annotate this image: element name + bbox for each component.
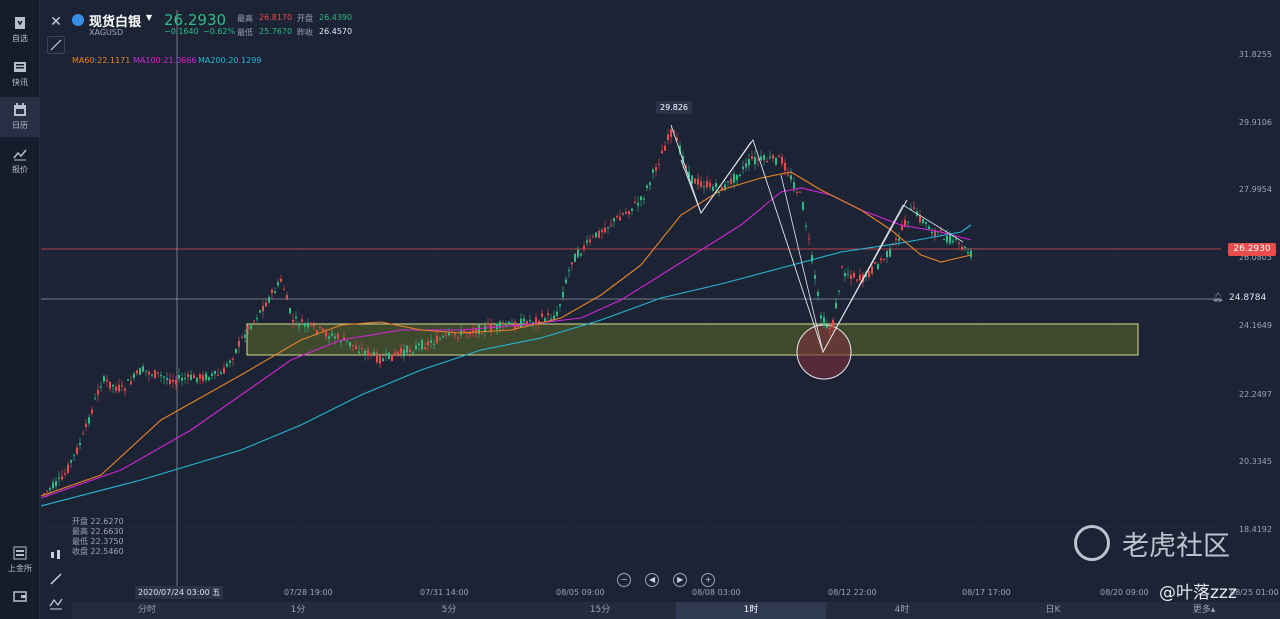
low-value: 25.7670 <box>259 27 293 36</box>
sidebar-item-wallet[interactable] <box>0 583 40 619</box>
sidebar-item-label: 日历 <box>12 121 28 130</box>
candle-info-box: 开盘 22.6270 最高 22.6630 最低 22.3750 收盘 22.5… <box>72 517 124 557</box>
x-tick-label: 08/05 09:00 <box>556 588 605 597</box>
current-price-tag: 26.2930 <box>1228 243 1276 256</box>
exchange-icon <box>13 546 27 560</box>
open-label: 开盘 <box>297 14 313 23</box>
watermark-text: 老虎社区 <box>1122 531 1230 562</box>
sidebar-item-label: 快讯 <box>12 78 28 87</box>
info-high: 最高 22.6630 <box>72 527 124 536</box>
chevron-down-icon[interactable]: ▼ <box>146 13 152 22</box>
candlestick-series <box>43 127 972 498</box>
sidebar-item-label: 自选 <box>12 34 28 43</box>
high-value: 26.8170 <box>259 13 293 22</box>
chart-line-icon <box>13 149 27 161</box>
timeframe-bar: 分时 1分 5分 15分 1时 4时 日K 更多▴ <box>72 602 1280 619</box>
sidebar-item-label: 上金所 <box>8 564 32 573</box>
bookmark-icon <box>15 17 25 29</box>
x-tick-label: 07/28 19:00 <box>284 588 333 597</box>
prev-close-value: 26.4570 <box>319 27 353 36</box>
price-change-pct: −0.62% <box>203 27 236 36</box>
chart-grid <box>41 10 1221 585</box>
y-tick-label: 29.9106 <box>1238 118 1272 127</box>
draw-tool-icon[interactable] <box>47 36 65 54</box>
x-tick-label: 08/17 17:00 <box>962 588 1011 597</box>
y-tick-label: 18.4192 <box>1238 525 1272 534</box>
tab-timeframe[interactable]: 15分 <box>525 602 675 619</box>
scroll-end-icon[interactable]: ▶ <box>673 573 688 587</box>
zoom-in-icon[interactable]: + <box>701 573 716 587</box>
sidebar-item-calendar[interactable]: 日历 <box>0 97 40 137</box>
trend-drawing[interactable] <box>670 124 908 354</box>
app-root: 自选 快讯 日历 报价 上金所 ✕ 现货白银 ▼ XAGUSD 26.2930 … <box>0 0 1280 619</box>
y-tick-label: 27.9954 <box>1238 185 1272 194</box>
symbol-flag-icon <box>72 14 84 26</box>
calendar-icon <box>14 103 26 116</box>
price-change: −0.1640 <box>164 27 199 36</box>
y-tick-label: 31.8255 <box>1238 50 1272 59</box>
peak-price-label: 29.826 <box>656 101 692 114</box>
support-zone-box[interactable] <box>246 323 1139 356</box>
sidebar-item-watchlist[interactable]: 自选 <box>0 10 40 50</box>
tab-timeframe[interactable]: 1分 <box>223 602 373 619</box>
tab-timeframe[interactable]: 4时 <box>827 602 977 619</box>
news-icon <box>14 62 26 72</box>
prev-close-label: 昨收 <box>297 28 313 37</box>
candle-type-icon[interactable] <box>47 548 65 566</box>
open-value: 26.4390 <box>319 13 353 22</box>
bell-icon[interactable]: 🔔︎ <box>1212 293 1223 303</box>
low-label: 最低 <box>237 28 253 37</box>
indicator-icon[interactable] <box>47 596 65 614</box>
drawing-toolbar <box>47 548 65 619</box>
high-label: 最高 <box>237 14 253 23</box>
highlight-circle[interactable] <box>796 324 852 380</box>
sidebar-item-quotes[interactable]: 报价 <box>0 141 40 181</box>
x-tick-label: 07/31 14:00 <box>420 588 469 597</box>
price-chart[interactable] <box>41 0 1280 600</box>
chart-navigation: − ◀ ▶ + <box>617 567 724 587</box>
x-tick-label: 08/25 01:00 <box>1230 588 1279 597</box>
info-close: 收盘 22.5460 <box>72 547 124 556</box>
sidebar-item-exchange[interactable]: 上金所 <box>0 540 40 580</box>
ma100-legend: MA100:21.0666 <box>133 56 197 65</box>
sidebar-item-news[interactable]: 快讯 <box>0 54 40 94</box>
sidebar-item-label: 报价 <box>12 165 28 174</box>
x-tick-label: 08/20 09:00 <box>1100 588 1149 597</box>
info-low: 最低 22.3750 <box>72 537 124 546</box>
scroll-start-icon[interactable]: ◀ <box>645 573 660 587</box>
info-open: 开盘 22.6270 <box>72 517 124 526</box>
watermark-user: @叶落zzz <box>1159 583 1237 603</box>
tab-timeframe-more[interactable]: 更多▴ <box>1129 602 1279 619</box>
symbol-code: XAGUSD <box>89 28 124 37</box>
tab-timeframe[interactable]: 5分 <box>374 602 524 619</box>
ma200-legend: MA200:20.1299 <box>198 56 262 65</box>
y-tick-label: 22.2497 <box>1238 390 1272 399</box>
x-crosshair-label: 2020/07/24 03:00 五 <box>135 586 224 599</box>
left-sidebar: 自选 快讯 日历 报价 上金所 <box>0 0 40 619</box>
tab-timeframe[interactable]: 分时 <box>72 602 222 619</box>
zoom-out-icon[interactable]: − <box>617 573 631 587</box>
x-tick-label: 08/08 03:00 <box>692 588 741 597</box>
close-icon[interactable]: ✕ <box>47 13 65 31</box>
y-tick-label: 24.1649 <box>1238 321 1272 330</box>
alert-price-tag[interactable]: 24.8784 <box>1229 293 1266 303</box>
y-tick-label: 20.3345 <box>1238 457 1272 466</box>
wallet-icon <box>13 591 27 602</box>
tab-timeframe[interactable]: 日K <box>978 602 1128 619</box>
tiger-logo-icon <box>1074 525 1110 561</box>
chart-panel[interactable] <box>41 0 1280 600</box>
x-tick-label: 08/12 22:00 <box>828 588 877 597</box>
ma60-legend: MA60:22.1171 <box>72 56 131 65</box>
pencil-icon[interactable] <box>47 572 65 590</box>
tab-timeframe-active[interactable]: 1时 <box>676 602 826 619</box>
